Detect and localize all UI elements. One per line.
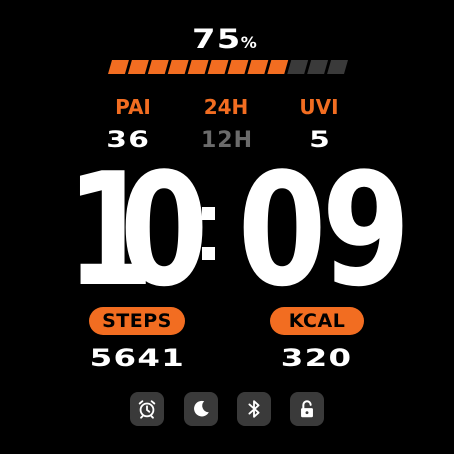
battery-value: 75 (192, 24, 242, 55)
battery-segment-empty (307, 60, 329, 74)
battery-unit: % (240, 33, 257, 52)
moon-icon (194, 400, 209, 417)
format-24h-label: 24H (203, 95, 249, 119)
battery-segment-filled (167, 60, 189, 74)
battery-segment-filled (127, 60, 149, 74)
dnd-button[interactable] (184, 392, 218, 426)
alarm-button[interactable] (130, 392, 164, 426)
battery-segment-empty (327, 60, 348, 74)
steps-value-text: 5641 (89, 344, 185, 372)
colon-top-dot (202, 207, 215, 220)
colon-bottom-dot (202, 247, 215, 260)
minute-ones-digit: 9 (321, 139, 411, 321)
uvi-label: UVI (299, 95, 339, 119)
battery-bar-graphic (108, 60, 348, 74)
pai-label: PAI (115, 95, 151, 119)
battery-segment-filled (187, 60, 209, 74)
hour-ones-digit: 0 (119, 139, 209, 321)
battery-segment-filled (247, 60, 269, 74)
bluetooth-icon (248, 400, 260, 418)
battery-segment-empty (287, 60, 309, 74)
steps-pill: STEPS (89, 307, 185, 335)
battery-segment-filled (147, 60, 169, 74)
kcal-pill: KCAL (270, 307, 364, 335)
battery-segment-filled (108, 60, 129, 74)
kcal-value-text: 320 (281, 344, 353, 372)
kcal-value: 320 (247, 346, 387, 370)
battery-segment-filled (207, 60, 229, 74)
battery-segment-filled (227, 60, 249, 74)
minute-tens-digit: 0 (237, 139, 327, 321)
unlock-icon (301, 400, 313, 418)
steps-value: 5641 (67, 346, 207, 370)
lock-button[interactable] (290, 392, 324, 426)
bluetooth-button[interactable] (237, 392, 271, 426)
time-display: 1 0 0 9 (0, 139, 454, 321)
watch-face: 75% PAI 24H UVI 36 12H 5 1 0 0 9 STEPS K… (0, 0, 454, 454)
alarm-icon (138, 400, 156, 419)
battery-readout: 75% (0, 26, 454, 53)
battery-bar (108, 60, 348, 74)
battery-segment-filled (267, 60, 289, 74)
